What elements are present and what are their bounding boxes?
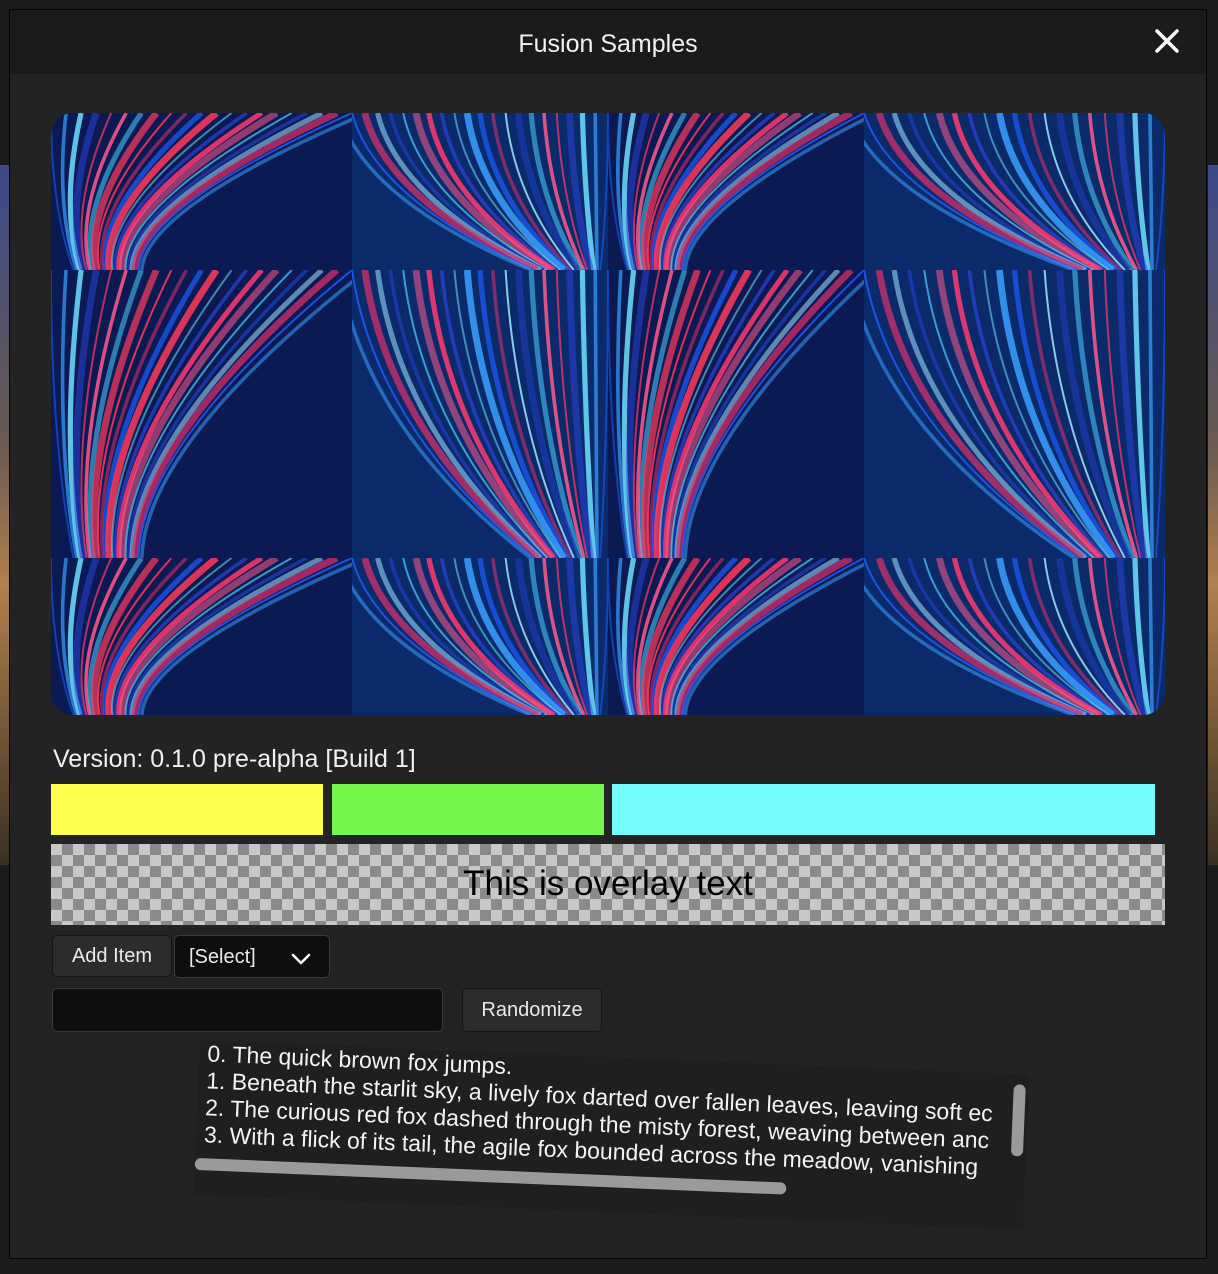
randomize-button[interactable]: Randomize: [462, 988, 602, 1032]
text-input[interactable]: [52, 988, 443, 1032]
light-trail-streak: [1148, 558, 1154, 715]
light-trail-tile: [608, 270, 864, 558]
light-trail-streak: [593, 113, 599, 270]
rotated-list-panel: 0. The quick brown fox jumps. 1. Beneath…: [193, 1040, 1030, 1230]
light-trail-tile: [864, 113, 1165, 270]
color-bar-cyan: [612, 784, 1155, 835]
light-trail-streak: [593, 270, 599, 558]
light-trail-tile: [352, 558, 608, 715]
item-select-dropdown[interactable]: [Select]: [174, 935, 330, 978]
light-trail-tile: [352, 113, 608, 270]
background-right-edge: [1208, 165, 1218, 865]
color-bar-green: [332, 784, 604, 835]
version-label: Version: 0.1.0 pre-alpha [Build 1]: [53, 745, 416, 773]
dialog-window: Fusion Samples Version: 0.1.0 pre-alpha …: [9, 9, 1207, 1259]
light-trail-tile: [864, 558, 1165, 715]
close-icon[interactable]: [1154, 28, 1180, 54]
color-bar-yellow: [51, 784, 323, 835]
light-trail-tile: [51, 558, 352, 715]
title-bar: Fusion Samples: [10, 10, 1206, 74]
chevron-down-icon: [291, 949, 311, 972]
light-trail-tile: [51, 270, 352, 558]
light-trail-tile: [51, 113, 352, 270]
add-item-button[interactable]: Add Item: [52, 935, 172, 977]
light-trail-streak: [593, 558, 599, 715]
overlay-panel: This is overlay text: [51, 844, 1165, 925]
light-trail-tile: [608, 113, 864, 270]
light-trail-tile: [864, 270, 1165, 558]
light-trail-streak: [1148, 113, 1154, 270]
window-title: Fusion Samples: [518, 30, 698, 58]
light-trail-streak: [1148, 270, 1154, 558]
overlay-text: This is overlay text: [463, 864, 753, 903]
light-trail-tile: [352, 270, 608, 558]
select-value: [Select]: [189, 946, 256, 968]
image-grid: [51, 113, 1165, 715]
light-trail-tile: [608, 558, 864, 715]
